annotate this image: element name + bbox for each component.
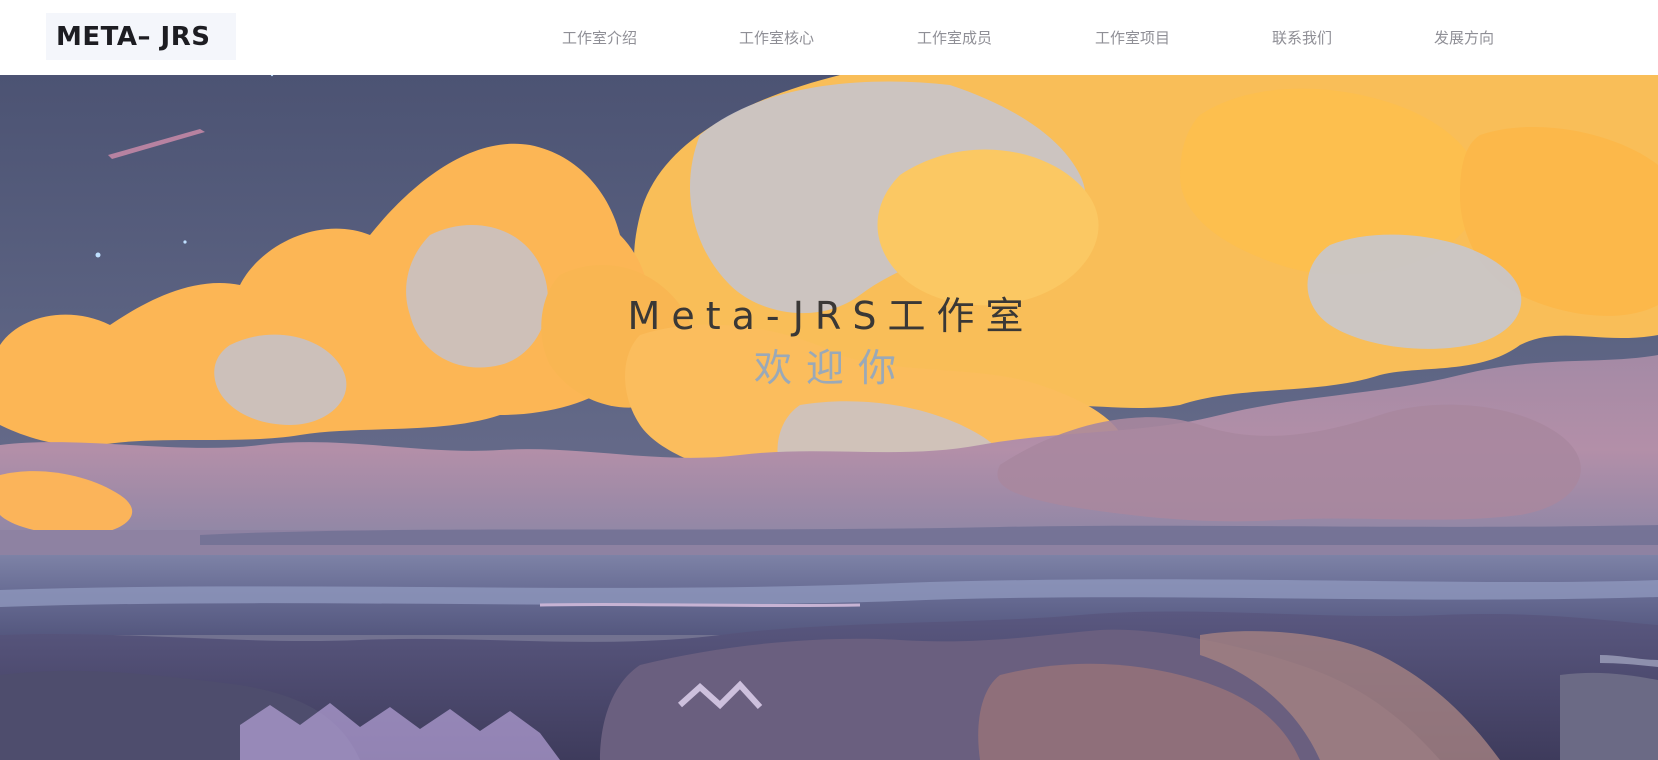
page: META– JRS 工作室介绍 工作室核心 工作室成员 工作室项目 联系我们 发… xyxy=(0,0,1658,760)
main-nav: 工作室介绍 工作室核心 工作室成员 工作室项目 联系我们 发展方向 xyxy=(0,0,1658,75)
nav-link-studio-projects[interactable]: 工作室项目 xyxy=(1095,27,1170,48)
hero-banner: Meta-JRS工作室 欢迎你 xyxy=(0,75,1658,760)
top-navbar: META– JRS 工作室介绍 工作室核心 工作室成员 工作室项目 联系我们 发… xyxy=(0,0,1658,75)
nav-link-studio-core[interactable]: 工作室核心 xyxy=(739,27,814,48)
nav-link-studio-members[interactable]: 工作室成员 xyxy=(917,27,992,48)
hero-background-image xyxy=(0,75,1658,760)
hero-subtitle: 欢迎你 xyxy=(753,346,910,390)
nav-link-contact-us[interactable]: 联系我们 xyxy=(1272,27,1332,48)
nav-link-studio-intro[interactable]: 工作室介绍 xyxy=(562,27,637,48)
nav-link-development-direction[interactable]: 发展方向 xyxy=(1434,27,1494,48)
hero-title: Meta-JRS工作室 xyxy=(627,294,1035,338)
